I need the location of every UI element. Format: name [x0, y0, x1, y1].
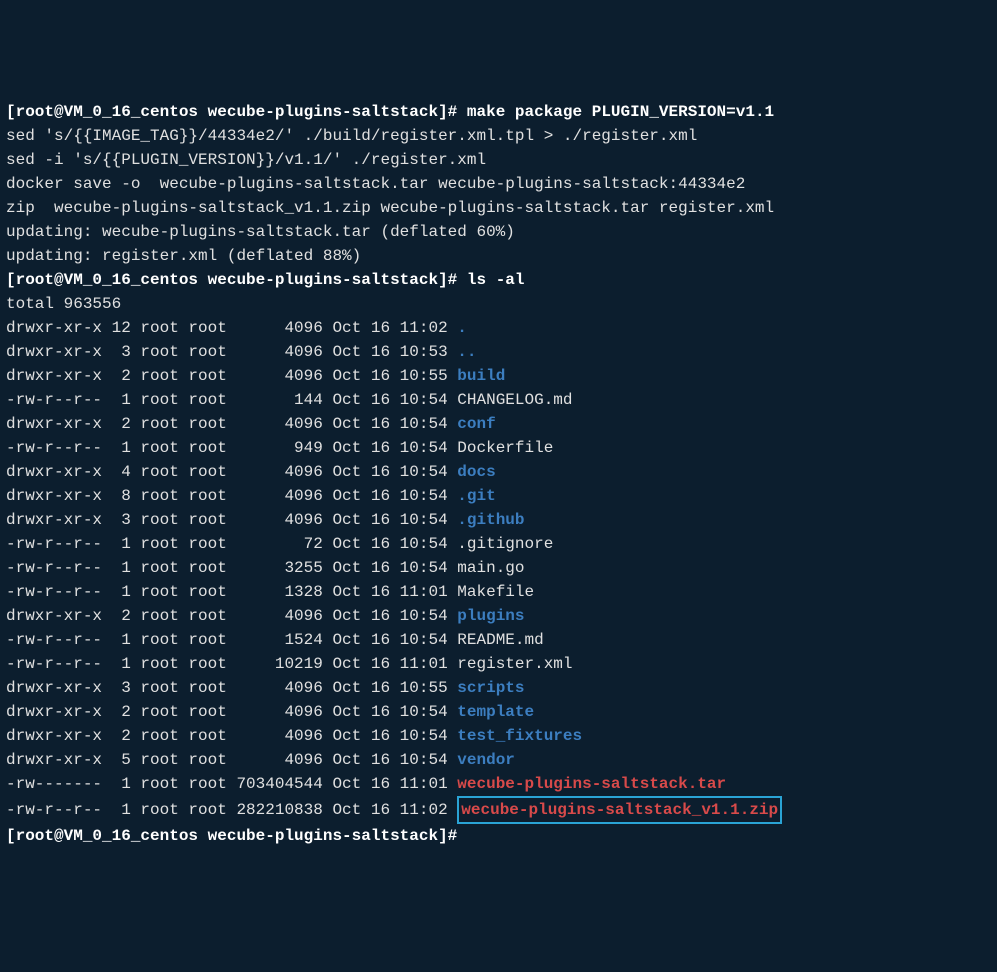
ls-row: -rw------- 1 root root 703404544 Oct 16 …: [6, 772, 991, 796]
ls-row: drwxr-xr-x 2 root root 4096 Oct 16 10:55…: [6, 364, 991, 388]
ls-row: -rw-r--r-- 1 root root 1328 Oct 16 11:01…: [6, 580, 991, 604]
ls-row: drwxr-xr-x 4 root root 4096 Oct 16 10:54…: [6, 460, 991, 484]
ls-name-file: register.xml: [457, 655, 572, 673]
ls-name-dir: vendor: [457, 751, 515, 769]
ls-name-dir: docs: [457, 463, 495, 481]
output-line: updating: wecube-plugins-saltstack.tar (…: [6, 220, 991, 244]
ls-row: drwxr-xr-x 3 root root 4096 Oct 16 10:55…: [6, 676, 991, 700]
ls-name-dir: ..: [457, 343, 476, 361]
ls-total: total 963556: [6, 292, 991, 316]
ls-name-dir: .git: [457, 487, 495, 505]
ls-row: drwxr-xr-x 12 root root 4096 Oct 16 11:0…: [6, 316, 991, 340]
shell-prompt: [root@VM_0_16_centos wecube-plugins-salt…: [6, 271, 457, 289]
ls-name-file: CHANGELOG.md: [457, 391, 572, 409]
ls-row: -rw-r--r-- 1 root root 144 Oct 16 10:54 …: [6, 388, 991, 412]
ls-row: drwxr-xr-x 2 root root 4096 Oct 16 10:54…: [6, 604, 991, 628]
ls-row: -rw-r--r-- 1 root root 282210838 Oct 16 …: [6, 796, 991, 824]
ls-row: -rw-r--r-- 1 root root 3255 Oct 16 10:54…: [6, 556, 991, 580]
ls-row: drwxr-xr-x 3 root root 4096 Oct 16 10:53…: [6, 340, 991, 364]
ls-name-highlight: wecube-plugins-saltstack_v1.1.zip: [457, 796, 782, 824]
ls-name-file: main.go: [457, 559, 524, 577]
ls-name-dir: template: [457, 703, 534, 721]
ls-name-archive: wecube-plugins-saltstack.tar: [457, 775, 726, 793]
terminal-output[interactable]: [root@VM_0_16_centos wecube-plugins-salt…: [6, 100, 991, 848]
ls-row: drwxr-xr-x 3 root root 4096 Oct 16 10:54…: [6, 508, 991, 532]
ls-name-dir: plugins: [457, 607, 524, 625]
ls-name-dir: .: [457, 319, 467, 337]
ls-name-dir: .github: [457, 511, 524, 529]
output-line: sed 's/{{IMAGE_TAG}}/44334e2/' ./build/r…: [6, 124, 991, 148]
ls-row: -rw-r--r-- 1 root root 949 Oct 16 10:54 …: [6, 436, 991, 460]
ls-name-file: .gitignore: [457, 535, 553, 553]
command-make: make package PLUGIN_VERSION=v1.1: [467, 103, 774, 121]
ls-name-dir: build: [457, 367, 505, 385]
ls-row: drwxr-xr-x 8 root root 4096 Oct 16 10:54…: [6, 484, 991, 508]
ls-row: -rw-r--r-- 1 root root 10219 Oct 16 11:0…: [6, 652, 991, 676]
ls-name-file: Dockerfile: [457, 439, 553, 457]
output-line: zip wecube-plugins-saltstack_v1.1.zip we…: [6, 196, 991, 220]
output-line: docker save -o wecube-plugins-saltstack.…: [6, 172, 991, 196]
ls-row: -rw-r--r-- 1 root root 1524 Oct 16 10:54…: [6, 628, 991, 652]
ls-name-file: Makefile: [457, 583, 534, 601]
output-line: sed -i 's/{{PLUGIN_VERSION}}/v1.1/' ./re…: [6, 148, 991, 172]
shell-prompt: [root@VM_0_16_centos wecube-plugins-salt…: [6, 827, 457, 845]
ls-name-dir: scripts: [457, 679, 524, 697]
command-ls: ls -al: [467, 271, 525, 289]
ls-name-file: README.md: [457, 631, 543, 649]
output-line: updating: register.xml (deflated 88%): [6, 244, 991, 268]
ls-row: drwxr-xr-x 2 root root 4096 Oct 16 10:54…: [6, 700, 991, 724]
ls-row: drwxr-xr-x 5 root root 4096 Oct 16 10:54…: [6, 748, 991, 772]
ls-row: drwxr-xr-x 2 root root 4096 Oct 16 10:54…: [6, 724, 991, 748]
ls-row: -rw-r--r-- 1 root root 72 Oct 16 10:54 .…: [6, 532, 991, 556]
ls-row: drwxr-xr-x 2 root root 4096 Oct 16 10:54…: [6, 412, 991, 436]
ls-name-dir: conf: [457, 415, 495, 433]
shell-prompt: [root@VM_0_16_centos wecube-plugins-salt…: [6, 103, 457, 121]
ls-name-dir: test_fixtures: [457, 727, 582, 745]
